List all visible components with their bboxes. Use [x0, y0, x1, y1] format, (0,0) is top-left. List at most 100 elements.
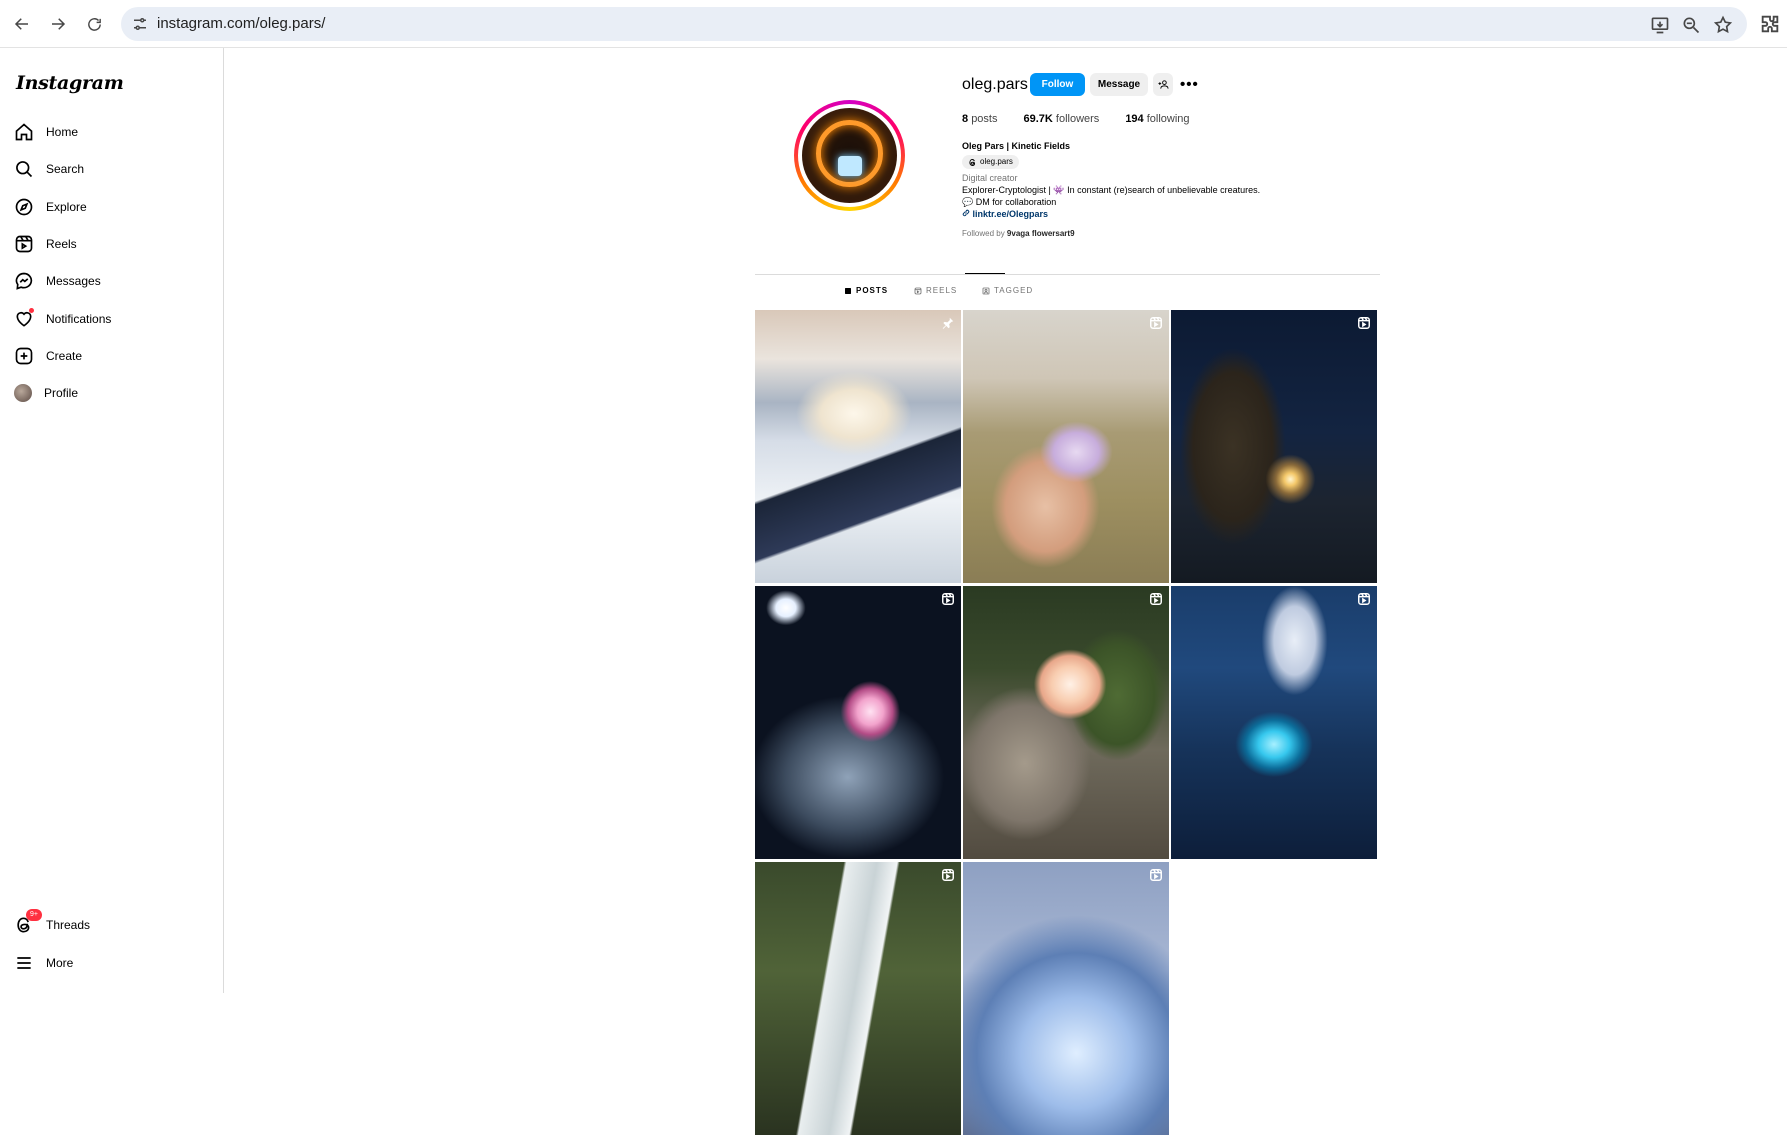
sidebar-item-more[interactable]: More	[14, 949, 73, 977]
tabs-divider	[755, 274, 1380, 275]
sidebar-item-label: Messages	[46, 274, 101, 288]
forward-icon[interactable]	[46, 12, 70, 36]
bio-line-2: 💬 DM for collaboration	[962, 197, 1057, 207]
post-tile[interactable]	[963, 586, 1169, 859]
search-icon	[16, 161, 33, 178]
sidebar-item-home[interactable]: Home	[14, 118, 78, 146]
tab-label: REELS	[926, 286, 958, 295]
bio-link-row[interactable]: linktr.ee/Olegpars	[962, 208, 1260, 220]
sidebar-item-label: Reels	[46, 237, 77, 251]
reel-icon	[1358, 593, 1370, 605]
posts-count: 8	[962, 113, 969, 125]
post-tile[interactable]	[755, 310, 961, 583]
tab-label: POSTS	[856, 286, 889, 295]
instagram-logo[interactable]: Instagram	[16, 72, 124, 94]
sidebar-item-threads[interactable]: 9+ Threads	[14, 909, 91, 939]
tab-reels[interactable]: REELS	[914, 286, 957, 295]
avatar-glow-ring	[816, 120, 883, 187]
sidebar-item-reels[interactable]: Reels	[14, 230, 77, 258]
reel-icon	[1150, 593, 1162, 605]
bookmark-star-icon[interactable]	[1713, 15, 1733, 35]
home-icon	[15, 123, 33, 141]
post-tile[interactable]	[963, 862, 1169, 1135]
bio-line-1: Explorer-Cryptologist | 👾 In constant (r…	[962, 185, 1261, 195]
avatar	[14, 384, 32, 402]
followed-by-names: 9vaga flowersart9	[1006, 229, 1075, 238]
post-tile[interactable]	[1171, 310, 1377, 583]
threads-handle: oleg.pars	[980, 157, 1013, 166]
reel-icon	[942, 869, 954, 881]
tab-label: TAGGED	[994, 286, 1034, 295]
sidebar-item-notifications[interactable]: Notifications	[14, 305, 111, 333]
post-tile[interactable]	[963, 310, 1169, 583]
messenger-icon	[15, 272, 33, 290]
back-icon[interactable]	[10, 12, 34, 36]
site-settings-icon[interactable]	[131, 15, 149, 33]
profile-avatar[interactable]	[794, 100, 905, 211]
avatar-image	[802, 108, 897, 203]
sidebar-item-label: More	[46, 956, 74, 970]
extensions-icon[interactable]	[1759, 13, 1781, 35]
message-button[interactable]: Message	[1090, 73, 1148, 96]
tab-posts[interactable]: POSTS	[844, 286, 888, 295]
sidebar-item-messages[interactable]: Messages	[14, 267, 101, 295]
bio-name: Oleg Pars | Kinetic Fields	[962, 141, 1071, 151]
reel-icon	[1150, 869, 1162, 881]
follow-button[interactable]: Follow	[1030, 73, 1085, 96]
sidebar-item-label: Search	[46, 162, 85, 176]
post-tile[interactable]	[755, 586, 961, 859]
tab-tagged[interactable]: TAGGED	[982, 286, 1033, 295]
address-bar[interactable]: instagram.com/oleg.pars/	[121, 7, 1747, 41]
sidebar-item-explore[interactable]: Explore	[14, 193, 87, 221]
compass-icon	[15, 198, 33, 216]
sidebar-item-label: Profile	[44, 386, 79, 400]
active-tab-indicator	[965, 273, 1005, 274]
following-label: following	[1146, 113, 1190, 125]
threads-badge: 9+	[26, 909, 42, 921]
sidebar-item-label: Notifications	[46, 312, 112, 326]
followed-by-prefix: Followed by	[962, 229, 1005, 238]
add-person-icon	[1157, 80, 1169, 89]
threads-icon	[969, 158, 976, 166]
threads-handle-chip[interactable]: oleg.pars	[962, 155, 1019, 169]
sidebar-item-label: Explore	[46, 200, 87, 214]
reel-icon	[942, 593, 954, 605]
reel-icon	[1150, 317, 1162, 329]
menu-icon	[17, 957, 31, 969]
posts-stat: 8 posts	[962, 113, 997, 125]
followed-by[interactable]: Followed by 9vaga flowersart9	[962, 228, 1260, 240]
zoom-icon[interactable]	[1681, 15, 1701, 35]
reel-icon	[1358, 317, 1370, 329]
suggested-users-button[interactable]	[1153, 73, 1173, 96]
plus-square-icon	[15, 347, 33, 365]
sidebar: Instagram Home Search Explore Reels Mess…	[0, 48, 224, 993]
reels-icon	[15, 235, 33, 253]
profile-main: oleg.pars Follow Message ••• 8 posts 69.…	[225, 48, 1787, 1135]
reels-icon	[914, 287, 922, 294]
profile-username: oleg.pars	[962, 76, 1028, 93]
following-stat[interactable]: 194 following	[1125, 113, 1189, 125]
sidebar-item-label: Home	[46, 125, 79, 139]
install-app-icon[interactable]	[1650, 15, 1670, 35]
url-text[interactable]: instagram.com/oleg.pars/	[157, 15, 325, 32]
bio-link[interactable]: linktr.ee/Olegpars	[973, 209, 1049, 219]
grid-icon	[845, 287, 851, 294]
post-tile[interactable]	[1171, 586, 1377, 859]
sidebar-item-create[interactable]: Create	[14, 342, 82, 370]
sidebar-item-search[interactable]: Search	[14, 155, 84, 183]
followers-label: followers	[1055, 113, 1100, 125]
profile-bio: Oleg Pars | Kinetic Fields oleg.pars Dig…	[962, 140, 1260, 240]
notification-dot	[29, 308, 34, 313]
options-button[interactable]: •••	[1180, 76, 1199, 93]
followers-count: 69.7K	[1023, 113, 1053, 125]
sidebar-item-label: Create	[46, 349, 83, 363]
sidebar-item-profile[interactable]: Profile	[14, 379, 78, 407]
avatar-core	[838, 156, 862, 176]
post-tile[interactable]	[755, 862, 961, 1135]
following-count: 194	[1125, 113, 1144, 125]
reload-icon[interactable]	[82, 12, 106, 36]
followers-stat[interactable]: 69.7K followers	[1023, 113, 1099, 125]
sidebar-item-label: Threads	[46, 918, 91, 932]
tagged-icon	[982, 287, 990, 294]
profile-stats: 8 posts 69.7K followers 194 following	[962, 113, 1190, 125]
